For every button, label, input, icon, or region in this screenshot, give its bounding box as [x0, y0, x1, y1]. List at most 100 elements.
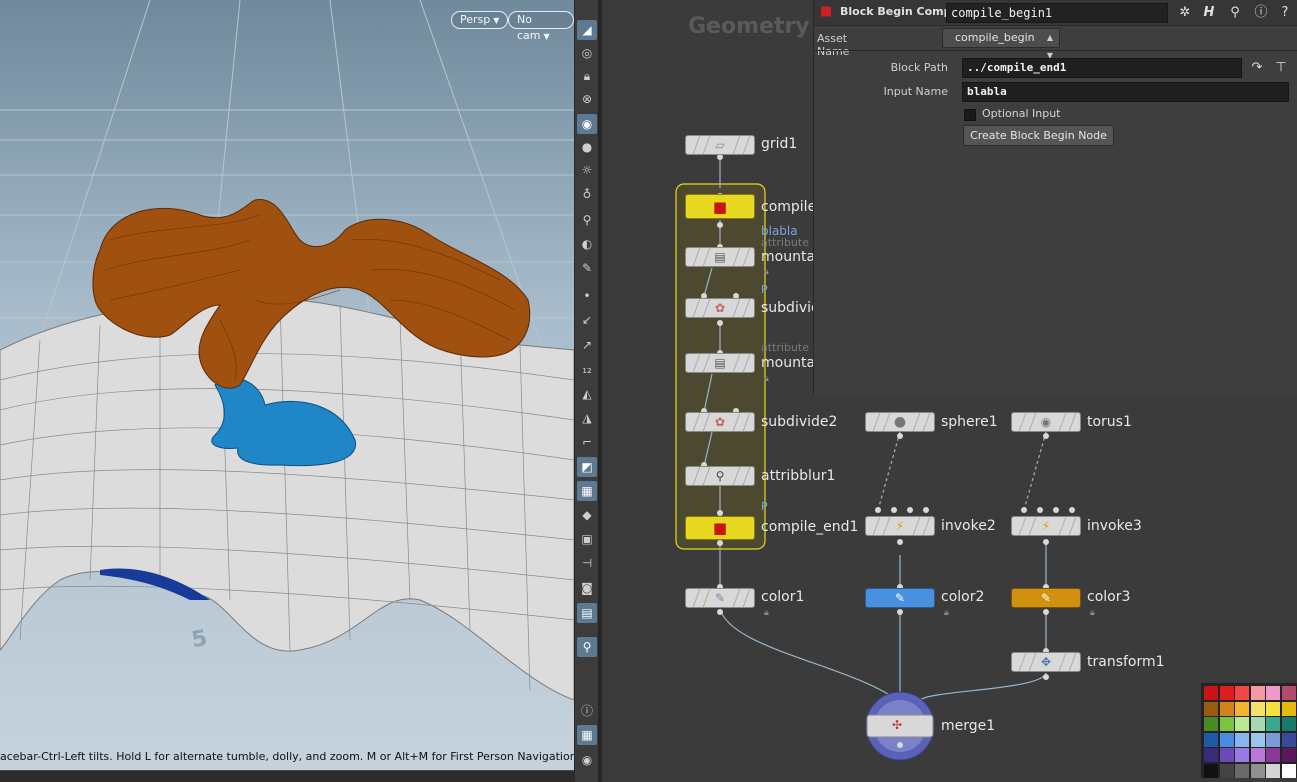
background-icon[interactable]: ◙ — [577, 578, 597, 598]
info-icon[interactable]: ⓘ — [1252, 3, 1270, 23]
help-h-icon[interactable]: H — [1200, 3, 1218, 23]
lock-icon[interactable]: 🔒︎ — [764, 374, 769, 384]
eye-icon[interactable]: ◉ — [577, 750, 597, 770]
gear-icon[interactable]: ✲ — [1176, 3, 1194, 23]
color-swatch[interactable] — [1235, 732, 1249, 747]
color-swatch[interactable] — [1204, 686, 1218, 700]
node-invoke2[interactable]: ⚡ — [865, 516, 935, 536]
color-swatch[interactable] — [1266, 686, 1280, 700]
node-transform1[interactable]: ✥ — [1011, 652, 1081, 672]
node-mountain1[interactable]: ▤ — [685, 247, 755, 267]
node-sphere1[interactable]: ● — [865, 412, 935, 432]
wireframe-icon[interactable]: ▦ — [577, 481, 597, 501]
view-icon[interactable]: ◢ — [577, 20, 597, 40]
input-name-input[interactable]: blabla — [962, 82, 1289, 102]
snap-icon[interactable]: ⊗ — [577, 89, 597, 109]
node-subdivide1[interactable]: ✿ — [685, 298, 755, 318]
color-swatch[interactable] — [1235, 717, 1249, 731]
node-color2[interactable]: ✎ — [865, 588, 935, 608]
color-swatch[interactable] — [1266, 717, 1280, 731]
normal-icon[interactable]: ↙ — [577, 310, 597, 330]
node-chooser-icon[interactable]: ⊤ — [1272, 58, 1290, 78]
shaded-icon[interactable]: ◩ — [577, 457, 597, 477]
color-swatch[interactable] — [1204, 748, 1218, 762]
block-path-input[interactable]: ../compile_end1 — [962, 58, 1242, 78]
optional-input-checkbox[interactable] — [964, 109, 976, 121]
vertex-icon[interactable]: ⊣ — [577, 553, 597, 573]
color-swatch[interactable] — [1219, 701, 1234, 716]
point-icon[interactable]: • — [577, 286, 597, 306]
node-mountain2[interactable]: ▤ — [685, 353, 755, 373]
prim-number-icon[interactable]: ◮ — [577, 408, 597, 428]
question-icon[interactable]: ? — [1276, 3, 1294, 23]
node-attribblur1[interactable]: ⚲ — [685, 466, 755, 486]
headlight-icon[interactable]: ☼ — [577, 160, 597, 180]
color-swatch[interactable] — [1204, 763, 1218, 778]
lock-icon[interactable]: 🔒︎ — [1090, 608, 1095, 618]
node-color3[interactable]: ✎ — [1011, 588, 1081, 608]
color-swatch[interactable] — [1266, 763, 1280, 778]
node-invoke3[interactable]: ⚡ — [1011, 516, 1081, 536]
node-name-input[interactable]: compile_begin1 — [946, 3, 1168, 23]
color-swatch[interactable] — [1235, 701, 1249, 716]
lock-icon[interactable]: 🔒︎ — [577, 66, 597, 86]
uv-icon[interactable]: ⌐ — [577, 432, 597, 452]
color-swatch[interactable] — [1281, 686, 1296, 700]
light-icon[interactable]: ● — [577, 137, 597, 157]
info-icon[interactable]: ⓘ — [577, 701, 597, 721]
lock-icon[interactable]: 🔒︎ — [944, 608, 949, 618]
color-swatch[interactable] — [1250, 748, 1265, 762]
color-swatch[interactable] — [1235, 763, 1249, 778]
color-swatch[interactable] — [1281, 748, 1296, 762]
primitive-icon[interactable]: ◭ — [577, 384, 597, 404]
create-block-begin-button[interactable]: Create Block Begin Node — [963, 125, 1114, 146]
display-icon[interactable]: ◉ — [577, 114, 597, 134]
pin-icon[interactable]: ⚲ — [577, 637, 597, 657]
lock-icon[interactable]: 🔒︎ — [764, 267, 769, 277]
search-icon[interactable]: ⚲ — [1226, 3, 1244, 23]
color-swatch[interactable] — [1250, 732, 1265, 747]
color-swatch[interactable] — [1266, 748, 1280, 762]
color-swatch[interactable] — [1204, 701, 1218, 716]
color-swatch[interactable] — [1281, 763, 1296, 778]
color-swatch[interactable] — [1250, 686, 1265, 700]
color-swatch[interactable] — [1219, 763, 1234, 778]
color-swatch[interactable] — [1235, 686, 1249, 700]
camera-link-icon[interactable]: ⚲ — [577, 210, 597, 230]
color-swatch[interactable] — [1219, 717, 1234, 731]
asset-name-select[interactable]: compile_begin ▲ ▼ — [942, 28, 1060, 60]
wire-icon[interactable]: ✎ — [577, 258, 597, 278]
color-swatch[interactable] — [1281, 717, 1296, 731]
color-swatch[interactable] — [1235, 748, 1249, 762]
color-swatch[interactable] — [1281, 701, 1296, 716]
color-swatch[interactable] — [1219, 686, 1234, 700]
color-swatch[interactable] — [1281, 732, 1296, 747]
node-subdivide2[interactable]: ✿ — [685, 412, 755, 432]
node-grid1[interactable]: ▱ — [685, 135, 755, 155]
layout-icon[interactable]: ▦ — [577, 725, 597, 745]
shadow-icon[interactable]: ♁ — [577, 184, 597, 204]
color-swatch[interactable] — [1219, 732, 1234, 747]
color-swatch[interactable] — [1250, 701, 1265, 716]
color-swatch[interactable] — [1250, 763, 1265, 778]
background-image-icon[interactable]: ▤ — [577, 603, 597, 623]
camera-dropdown[interactable]: No cam ▼ — [508, 11, 574, 42]
color-swatch[interactable] — [1204, 732, 1218, 747]
color-swatch[interactable] — [1266, 701, 1280, 716]
point-number-icon[interactable]: ₁₂ — [577, 359, 597, 379]
color-swatch[interactable] — [1266, 732, 1280, 747]
visualizer-icon[interactable]: ◐ — [577, 234, 597, 254]
perspective-dropdown[interactable]: Persp ▼ — [451, 11, 509, 29]
jump-to-node-icon[interactable]: ↷ — [1248, 58, 1266, 78]
color-swatch[interactable] — [1204, 717, 1218, 731]
template-icon[interactable]: ◆ — [577, 505, 597, 525]
texture-icon[interactable]: ▣ — [577, 529, 597, 549]
node-torus1[interactable]: ◉ — [1011, 412, 1081, 432]
ghost-icon[interactable]: ◎ — [577, 43, 597, 63]
node-color1[interactable]: ✎ — [685, 588, 755, 608]
node-compile-end1[interactable]: ■ — [685, 516, 755, 540]
color-swatch[interactable] — [1250, 717, 1265, 731]
node-compile-begin1[interactable]: ■ — [685, 194, 755, 219]
vector-icon[interactable]: ↗ — [577, 335, 597, 355]
color-swatch[interactable] — [1219, 748, 1234, 762]
